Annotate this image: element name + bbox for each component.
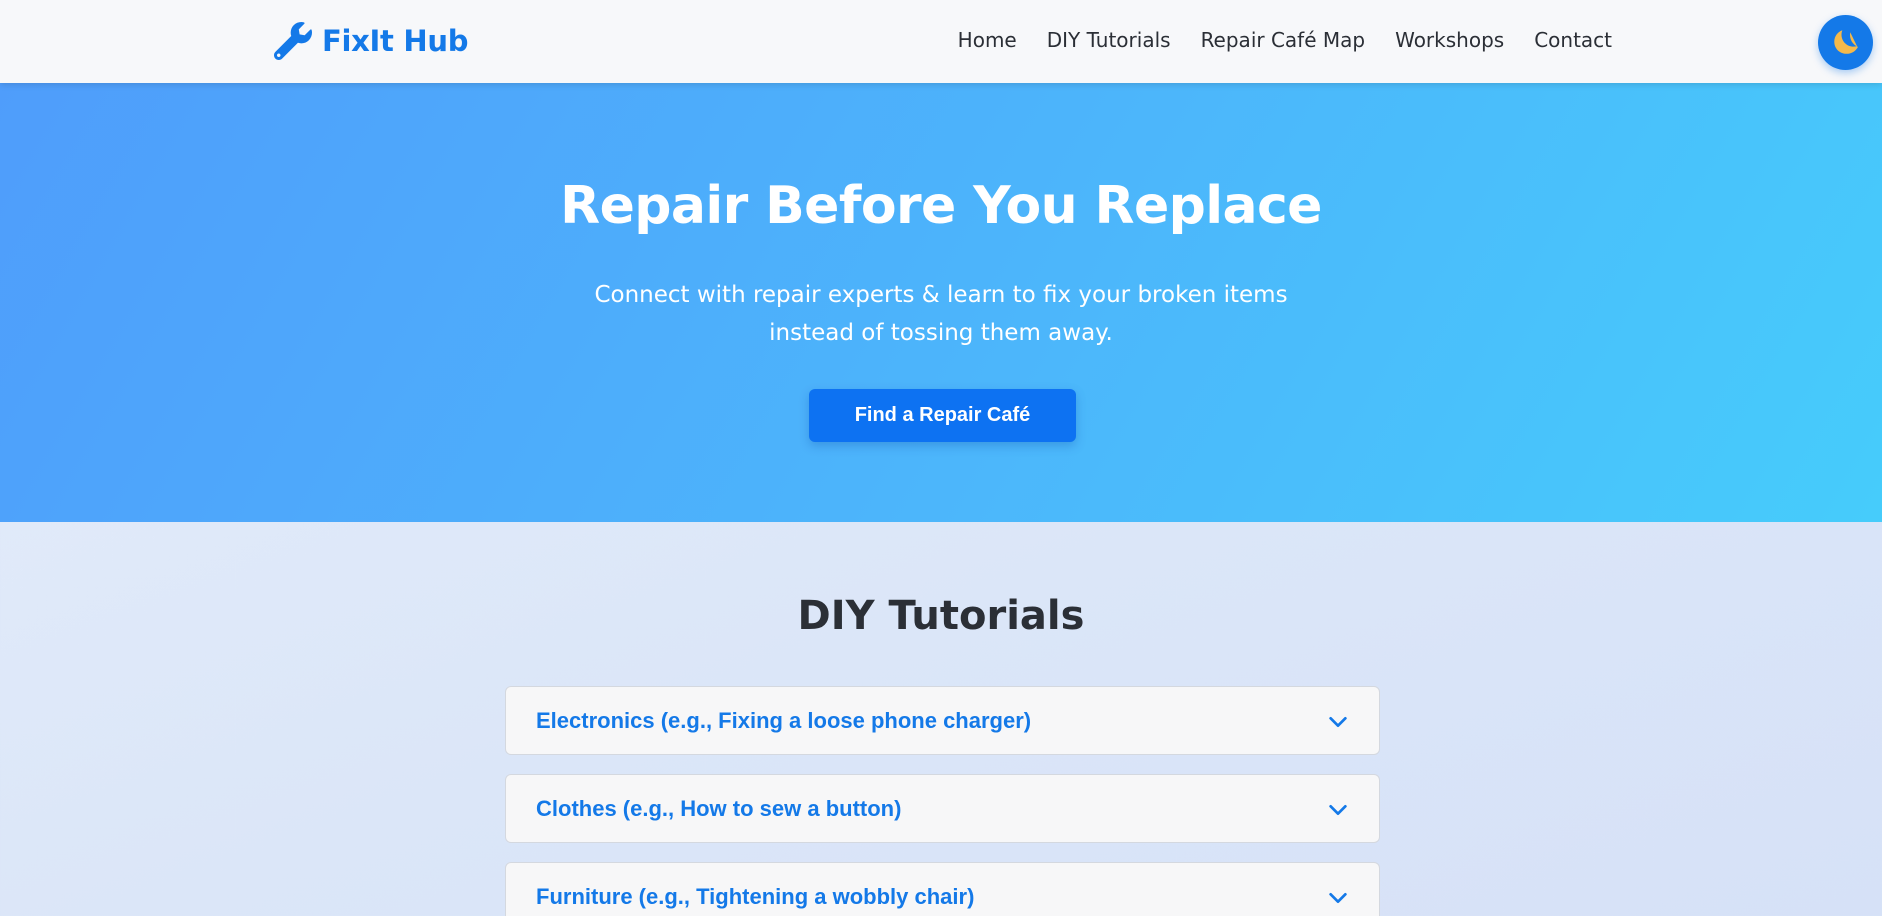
accordion-label: Clothes (e.g., How to sew a button) <box>536 796 902 821</box>
find-repair-cafe-button[interactable]: Find a Repair Café <box>809 389 1076 442</box>
accordion-item-electronics[interactable]: Electronics (e.g., Fixing a loose phone … <box>505 686 1380 755</box>
nav-link-home[interactable]: Home <box>958 24 1017 56</box>
brand-name: FixIt Hub <box>322 24 469 58</box>
accordion-label: Furniture (e.g., Tightening a wobbly cha… <box>536 884 975 909</box>
accordion-item-furniture[interactable]: Furniture (e.g., Tightening a wobbly cha… <box>505 862 1380 916</box>
nav-link-workshops[interactable]: Workshops <box>1395 24 1504 56</box>
chevron-down-icon <box>1329 804 1347 816</box>
main-nav: Home DIY Tutorials Repair Café Map Works… <box>958 24 1612 56</box>
moon-icon <box>1833 29 1858 54</box>
hero-title: Repair Before You Replace <box>560 176 1322 236</box>
hero-section: Repair Before You Replace Connect with r… <box>0 83 1882 522</box>
tutorials-accordion: Electronics (e.g., Fixing a loose phone … <box>505 686 1380 916</box>
accordion-item-clothes[interactable]: Clothes (e.g., How to sew a button) <box>505 774 1380 843</box>
nav-link-diy-tutorials[interactable]: DIY Tutorials <box>1047 24 1171 56</box>
accordion-label: Electronics (e.g., Fixing a loose phone … <box>536 708 1032 733</box>
theme-toggle-button[interactable] <box>1818 15 1873 70</box>
navbar: FixIt Hub Home DIY Tutorials Repair Café… <box>0 0 1882 83</box>
chevron-down-icon <box>1329 892 1347 904</box>
hero-subtitle: Connect with repair experts & learn to f… <box>594 282 1288 346</box>
tutorials-heading: DIY Tutorials <box>797 593 1085 639</box>
wrench-icon <box>274 22 312 60</box>
nav-link-contact[interactable]: Contact <box>1534 24 1612 56</box>
chevron-down-icon <box>1329 716 1347 728</box>
nav-link-repair-cafe-map[interactable]: Repair Café Map <box>1201 24 1366 56</box>
brand-logo-link[interactable]: FixIt Hub <box>274 19 468 63</box>
